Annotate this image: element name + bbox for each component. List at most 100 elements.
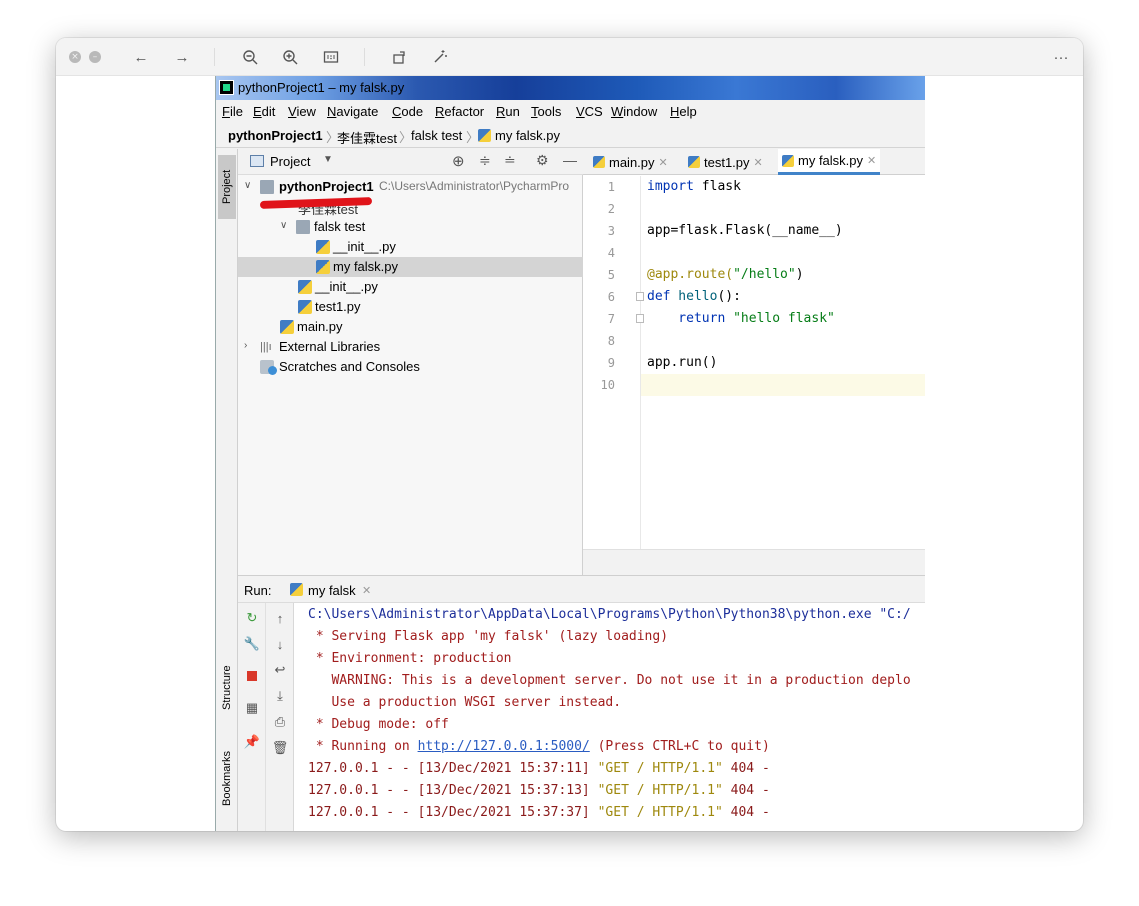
close-icon[interactable]: × xyxy=(69,51,81,63)
arrow-up-icon[interactable]: ↑ xyxy=(271,609,289,627)
minimize-icon[interactable]: – xyxy=(89,51,101,63)
run-tab-label[interactable]: my falsk xyxy=(308,583,356,598)
menu-refactor[interactable]: Refactor xyxy=(435,104,484,119)
line-number: 10 xyxy=(600,378,615,392)
code-line-7[interactable]: return "hello flask" xyxy=(647,311,835,326)
menu-window[interactable]: Window xyxy=(611,104,657,119)
line-number: 2 xyxy=(607,202,615,216)
pin-icon[interactable]: 📌 xyxy=(243,733,261,751)
tree-item-scratches[interactable]: Scratches and Consoles xyxy=(238,357,583,377)
tree-item-label: __init__.py xyxy=(333,239,396,254)
project-panel-header: Project ▼ ⊕ ≑ ≐ ⚙ — xyxy=(238,149,583,175)
tree-item-test1[interactable]: test1.py xyxy=(238,297,583,317)
tab-label: test1.py xyxy=(704,154,750,170)
chevron-down-icon[interactable]: ∨ xyxy=(280,220,287,231)
library-icon: |||ı xyxy=(260,341,272,353)
rerun-icon[interactable]: ↻ xyxy=(243,609,261,627)
stop-icon[interactable] xyxy=(243,667,261,685)
zoom-out-icon[interactable] xyxy=(238,45,262,69)
zoom-in-icon[interactable] xyxy=(278,45,302,69)
python-file-icon xyxy=(782,154,794,167)
chevron-down-icon[interactable]: ∨ xyxy=(244,180,251,191)
menu-run[interactable]: Run xyxy=(496,104,520,119)
menu-file[interactable]: File xyxy=(222,104,243,119)
tree-item-label: __init__.py xyxy=(315,279,378,294)
console-line: * Running on http://127.0.0.1:5000/ (Pre… xyxy=(308,739,770,754)
code-line-3[interactable]: app=flask.Flask(__name__) xyxy=(647,223,843,238)
menu-navigate[interactable]: Navigate xyxy=(327,104,378,119)
close-icon[interactable]: ✕ xyxy=(362,584,371,597)
console-line: Use a production WSGI server instead. xyxy=(308,695,622,710)
print-icon[interactable]: ⎙ xyxy=(271,713,289,731)
menu-tools[interactable]: Tools xyxy=(531,104,561,119)
layout-icon[interactable]: ▦ xyxy=(243,699,261,717)
magic-wand-icon[interactable] xyxy=(428,45,452,69)
tree-item-init[interactable]: __init__.py xyxy=(238,277,583,297)
tree-item-falsk-test[interactable]: ∨ falsk test xyxy=(238,217,583,237)
bookmarks-tab-label: Bookmarks xyxy=(221,750,233,806)
breadcrumb-subfolder[interactable]: falsk test xyxy=(411,128,462,143)
chevron-right-icon[interactable]: › xyxy=(244,340,247,351)
project-panel-title[interactable]: Project xyxy=(270,154,310,169)
trash-icon[interactable]: 🗑 xyxy=(271,739,289,757)
tree-item-external-libraries[interactable]: › |||ı External Libraries xyxy=(238,337,583,357)
breadcrumb-file[interactable]: my falsk.py xyxy=(495,128,560,143)
close-icon[interactable]: ✕ xyxy=(754,156,763,169)
python-file-icon xyxy=(593,156,605,168)
python-file-icon xyxy=(688,156,700,168)
tree-item-main[interactable]: main.py xyxy=(238,317,583,337)
close-icon[interactable]: ✕ xyxy=(867,154,876,167)
run-panel: Run: my falsk ✕ ↻ 🔧 ▦ 📌 ↑ ↓ ↩ ⤓ ⎙ 🗑 C:\U xyxy=(238,575,925,831)
python-file-icon xyxy=(316,260,330,274)
wrench-icon[interactable]: 🔧 xyxy=(243,635,261,653)
bookmarks-tool-tab[interactable]: Bookmarks xyxy=(218,739,236,817)
server-url-link[interactable]: http://127.0.0.1:5000/ xyxy=(418,739,590,754)
menu-help[interactable]: Help xyxy=(670,104,697,119)
locate-icon[interactable]: ⊕ xyxy=(452,152,465,170)
hide-panel-icon[interactable]: — xyxy=(563,152,577,168)
tab-test1-py[interactable]: test1.py ✕ xyxy=(684,149,767,175)
menu-vcs[interactable]: VCS xyxy=(576,104,603,119)
tree-item-project-root[interactable]: ∨ pythonProject1 C:\Users\Administrator\… xyxy=(238,177,583,197)
tree-item-my-falsk[interactable]: my falsk.py xyxy=(238,257,583,277)
collapse-all-icon[interactable]: ≐ xyxy=(504,152,516,169)
close-icon[interactable]: ✕ xyxy=(659,156,668,169)
chevron-down-icon[interactable]: ▼ xyxy=(323,154,333,165)
menu-edit[interactable]: Edit xyxy=(253,104,275,119)
menu-view[interactable]: View xyxy=(288,104,316,119)
console-line: * Serving Flask app 'my falsk' (lazy loa… xyxy=(308,629,669,644)
code-line-9[interactable]: app.run() xyxy=(647,355,717,370)
breadcrumb-folder[interactable]: 李佳霖test xyxy=(337,128,397,147)
gear-icon[interactable]: ⚙ xyxy=(536,152,549,169)
rotate-icon[interactable] xyxy=(388,45,412,69)
pycharm-window: pythonProject1 – my falsk.py File Edit V… xyxy=(215,76,925,831)
actual-size-icon[interactable] xyxy=(319,45,343,69)
structure-tool-tab[interactable]: Structure xyxy=(218,654,236,722)
project-tool-tab[interactable]: Project xyxy=(218,155,236,219)
code-line-6[interactable]: def hello(): xyxy=(647,289,741,304)
forward-arrow-icon[interactable]: → xyxy=(170,45,194,69)
expand-all-icon[interactable]: ≑ xyxy=(479,152,491,169)
run-toolbar-secondary: ↑ ↓ ↩ ⤓ ⎙ 🗑 xyxy=(266,603,294,831)
tab-label: my falsk.py xyxy=(798,153,864,168)
run-label: Run: xyxy=(244,583,272,598)
folder-icon xyxy=(296,220,310,234)
breadcrumb-project[interactable]: pythonProject1 xyxy=(228,128,323,143)
code-line-5[interactable]: @app.route("/hello") xyxy=(647,267,804,282)
scroll-to-end-icon[interactable]: ⤓ xyxy=(271,687,289,705)
code-line-1[interactable]: import flask xyxy=(647,179,741,194)
window-title: pythonProject1 – my falsk.py xyxy=(238,80,405,95)
tree-item-init-nested[interactable]: __init__.py xyxy=(238,237,583,257)
more-options-icon[interactable]: ··· xyxy=(1049,45,1073,69)
menu-bar: File Edit View Navigate Code Refactor Ru… xyxy=(216,100,925,123)
back-arrow-icon[interactable]: ← xyxy=(129,45,153,69)
fold-marker-icon[interactable] xyxy=(636,292,644,301)
tab-main-py[interactable]: main.py ✕ xyxy=(589,149,672,175)
fold-marker-icon[interactable] xyxy=(636,314,644,323)
tab-my-falsk-py[interactable]: my falsk.py ✕ xyxy=(778,149,881,175)
line-number: 5 xyxy=(607,268,615,282)
arrow-down-icon[interactable]: ↓ xyxy=(271,635,289,653)
menu-code[interactable]: Code xyxy=(392,104,423,119)
python-file-icon xyxy=(298,300,312,314)
soft-wrap-icon[interactable]: ↩ xyxy=(271,661,289,679)
